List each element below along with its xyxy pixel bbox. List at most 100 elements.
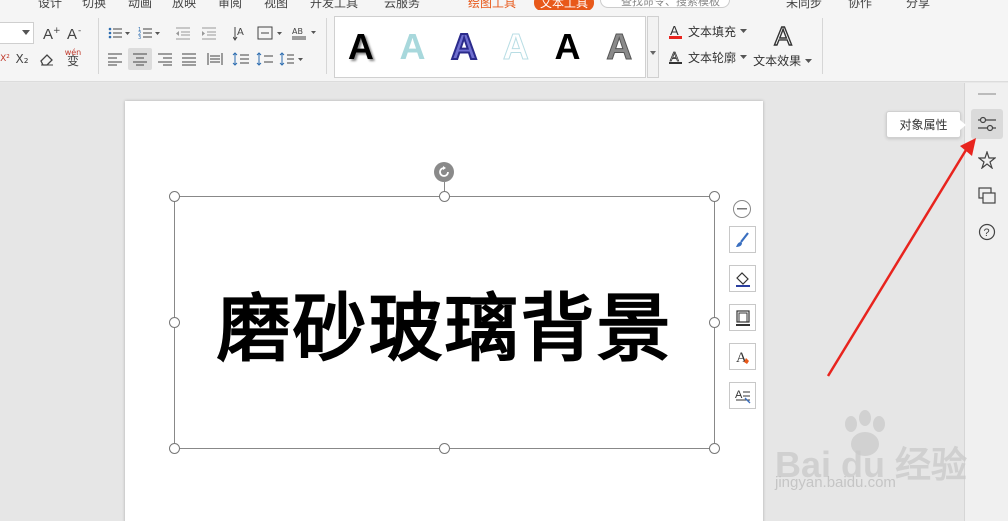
search-input[interactable]: 查找命令、搜索模板 bbox=[600, 0, 730, 8]
text-fill-button[interactable]: A 文本填充 bbox=[668, 22, 749, 40]
text-direction-button[interactable]: A bbox=[230, 22, 252, 44]
style-letter: A bbox=[554, 26, 581, 67]
justify-button[interactable] bbox=[178, 48, 200, 70]
tab-text-tools[interactable]: 文本工具 bbox=[534, 0, 595, 10]
style-letter: A bbox=[347, 26, 374, 67]
menu-bar: 设计 切换 动画 放映 审阅 视图 开发工具 云服务 绘图工具 文本工具 查找命… bbox=[0, 0, 1008, 10]
style-white-outline[interactable]: A bbox=[490, 17, 542, 77]
object-properties-tooltip: 对象属性 bbox=[886, 111, 966, 138]
menu-developer[interactable]: 开发工具 bbox=[310, 0, 358, 10]
justify-icon bbox=[182, 53, 196, 66]
style-letter: A bbox=[502, 26, 529, 68]
increase-indent-button[interactable] bbox=[198, 22, 220, 44]
quick-fill-button[interactable] bbox=[729, 265, 756, 292]
style-light-teal[interactable]: A bbox=[387, 17, 439, 77]
chevron-down-icon bbox=[740, 29, 748, 33]
decrease-indent-button[interactable] bbox=[172, 22, 194, 44]
menu-slideshow[interactable]: 放映 bbox=[172, 0, 196, 10]
help-icon: ? bbox=[978, 223, 996, 241]
chevron-down-icon bbox=[22, 30, 30, 35]
object-properties-button[interactable] bbox=[971, 109, 1003, 139]
phonetic-icon: 变 bbox=[66, 54, 79, 68]
menu-animation[interactable]: 动画 bbox=[128, 0, 152, 10]
gallery-more-button[interactable] bbox=[647, 16, 659, 78]
resize-handle-top[interactable] bbox=[439, 191, 450, 202]
outdent-icon bbox=[176, 27, 190, 40]
align-center-button[interactable] bbox=[128, 48, 152, 70]
menu-review[interactable]: 审阅 bbox=[218, 0, 242, 10]
svg-text:3: 3 bbox=[138, 35, 141, 40]
quick-wrap-button[interactable]: A bbox=[729, 382, 756, 409]
resize-handle-bottom[interactable] bbox=[439, 443, 450, 454]
shrink-font-button[interactable]: A- bbox=[64, 22, 86, 44]
text-effect-label: 文本效果 bbox=[753, 54, 802, 68]
spacing-options-button[interactable] bbox=[278, 48, 306, 70]
svg-text:A: A bbox=[67, 26, 77, 41]
phonetic-guide-button[interactable]: wén 变 bbox=[60, 46, 86, 68]
align-text-button[interactable] bbox=[256, 22, 286, 44]
resize-handle-top-left[interactable] bbox=[169, 191, 180, 202]
style-letter: A bbox=[606, 26, 633, 68]
resize-handle-top-right[interactable] bbox=[709, 191, 720, 202]
svg-text:A: A bbox=[736, 350, 747, 366]
bullet-list-icon bbox=[108, 27, 130, 39]
align-left-button[interactable] bbox=[104, 48, 126, 70]
resize-handle-right[interactable] bbox=[709, 317, 720, 328]
text-effect-button[interactable]: A 文本效果 bbox=[752, 20, 814, 78]
decrease-font-icon: A- bbox=[67, 26, 81, 41]
superscript-button[interactable]: X² bbox=[0, 48, 10, 70]
quick-outline-button[interactable] bbox=[729, 304, 756, 331]
style-blue-outline[interactable]: A bbox=[438, 17, 490, 77]
menu-transition[interactable]: 切换 bbox=[82, 0, 106, 10]
resize-handle-bottom-left[interactable] bbox=[169, 443, 180, 454]
collab-button[interactable]: 协作 bbox=[848, 0, 872, 10]
text-effect-icon: A bbox=[774, 20, 793, 51]
style-gray-gradient[interactable]: A bbox=[593, 17, 645, 77]
convert-smartart-button[interactable]: AB bbox=[290, 22, 320, 44]
smartart-icon: AB bbox=[292, 27, 316, 40]
text-outline-button[interactable]: A 文本轮廓 bbox=[668, 48, 749, 66]
clear-format-button[interactable] bbox=[36, 48, 58, 70]
grow-font-button[interactable]: A + bbox=[40, 22, 62, 44]
align-right-button[interactable] bbox=[154, 48, 176, 70]
quick-text-fill-button[interactable]: A bbox=[729, 343, 756, 370]
align-center-icon bbox=[133, 53, 147, 66]
slides-icon bbox=[978, 187, 996, 204]
quick-style-button[interactable] bbox=[729, 226, 756, 253]
collapse-toolbar-button[interactable] bbox=[733, 200, 751, 218]
font-size-select[interactable] bbox=[0, 22, 34, 44]
share-button[interactable]: 分享 bbox=[906, 0, 930, 10]
numbered-list-icon: 123 bbox=[138, 27, 160, 40]
svg-text:AB: AB bbox=[292, 27, 303, 36]
bullet-list-button[interactable] bbox=[106, 22, 132, 44]
menu-cloud[interactable]: 云服务 bbox=[384, 0, 420, 10]
sliders-icon bbox=[978, 116, 996, 132]
text-box-content[interactable]: 磨砂玻璃背景 bbox=[175, 197, 714, 448]
line-spacing-button[interactable] bbox=[230, 48, 252, 70]
menu-design[interactable]: 设计 bbox=[38, 0, 62, 10]
spacing-options-icon bbox=[279, 52, 303, 66]
style-black-plain[interactable]: A bbox=[542, 17, 594, 77]
subscript-button[interactable]: X₂ bbox=[12, 48, 32, 70]
text-box[interactable]: 磨砂玻璃背景 bbox=[174, 196, 715, 449]
paragraph-spacing-button[interactable] bbox=[254, 48, 276, 70]
resize-handle-bottom-right[interactable] bbox=[709, 443, 720, 454]
sync-status[interactable]: 未同步 bbox=[786, 0, 822, 10]
menu-view[interactable]: 视图 bbox=[264, 0, 288, 10]
brush-icon bbox=[735, 231, 749, 247]
numbered-list-button[interactable]: 123 bbox=[136, 22, 162, 44]
chevron-down-icon bbox=[804, 59, 812, 63]
minus-icon bbox=[737, 208, 747, 210]
distribute-button[interactable] bbox=[204, 48, 226, 70]
svg-text:A: A bbox=[670, 49, 679, 64]
resize-handle-left[interactable] bbox=[169, 317, 180, 328]
svg-text:A: A bbox=[43, 26, 53, 41]
tab-drawing-tools[interactable]: 绘图工具 bbox=[468, 0, 516, 10]
increase-font-icon: A + bbox=[43, 26, 60, 41]
svg-text:?: ? bbox=[984, 227, 990, 239]
star-icon bbox=[978, 151, 996, 169]
text-fill-icon: A bbox=[736, 350, 749, 366]
rotate-handle-icon[interactable] bbox=[434, 162, 454, 182]
align-left-icon bbox=[108, 53, 122, 66]
style-black-shadow[interactable]: A bbox=[335, 17, 387, 77]
